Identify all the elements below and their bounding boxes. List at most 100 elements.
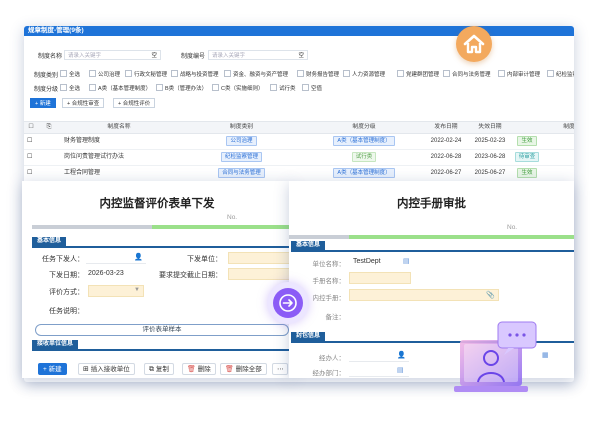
unit-name-value[interactable]: TestDept (353, 258, 381, 265)
header-checkbox[interactable]: ☐ (27, 122, 35, 133)
manual-name-field[interactable] (349, 272, 411, 284)
form-b-sign-header: 封包信息 (291, 332, 326, 341)
row-publish-date: 2022-06-27 (430, 170, 462, 176)
search-input-code[interactable]: 请录入关键字 空 (208, 50, 308, 60)
row-checkbox[interactable]: ☐ (27, 134, 32, 149)
form-b-title: 内控手册审批 (397, 198, 466, 210)
search-input-name-clear[interactable]: 空 (151, 51, 157, 61)
evaluation-form-window: 内控监督评价表单下发 No. 基本信息 任务下发人： 👤 下发单位： 下发日期：… (22, 181, 292, 378)
attachment-icon: ⎘ (46, 124, 52, 130)
level-option[interactable]: A类（基本管理制度） (89, 84, 151, 92)
user-picker-icon[interactable]: 👤 (134, 253, 143, 261)
category-tag: 合同与法务管理 (218, 168, 265, 178)
delete-label: 删除 (197, 366, 211, 373)
category-option[interactable]: 合同与法务管理 (443, 70, 491, 78)
search-label-code: 制度编号 (181, 54, 206, 60)
copy-button[interactable]: ⧉ 复制 (144, 363, 174, 375)
deadline-field[interactable] (228, 268, 292, 280)
new-button[interactable]: + 新建 (30, 98, 56, 108)
category-option[interactable]: 战略与投资管理 (171, 70, 219, 78)
table-row[interactable]: ☐ 财务管理制度 公司治理 A类（基本管理制度） 2022-02-24 2025… (24, 134, 574, 150)
form-b-band-green (349, 235, 574, 239)
home-icon[interactable] (456, 26, 492, 62)
row-checkbox[interactable]: ☐ (27, 150, 32, 165)
form-a-basic-header: 基本信息 (32, 237, 67, 246)
table-row[interactable]: ☐ 岗位问责管理试行办法 纪检监察管理 试行类 2022-06-28 2023-… (24, 150, 574, 166)
column-level[interactable]: 制度分级 (324, 122, 404, 133)
deadline-label: 要求提交截止日期： (159, 272, 222, 279)
level-option[interactable]: 试行类 (270, 84, 296, 92)
manual-attachment-field[interactable]: 📎 (349, 289, 499, 301)
compliance-evaluate-button[interactable]: + 合规性评价 (113, 98, 156, 108)
unit-name-label: 单位名称： (312, 261, 346, 268)
org-picker-icon[interactable]: ▤ (397, 366, 404, 374)
form-b-band-gray (289, 235, 349, 239)
form-b-basic-section: 基本信息 (291, 241, 574, 252)
table-row[interactable]: ☐ 工程合同管理 合同与法务管理 A类（基本管理制度） 2022-06-27 2… (24, 166, 574, 182)
category-option[interactable]: 内部审计管理 (498, 70, 540, 78)
delete-all-button[interactable]: 🗑 删除全部 (220, 363, 267, 375)
user-picker-icon[interactable]: 👤 (397, 351, 406, 359)
paperclip-icon[interactable]: 📎 (486, 291, 495, 299)
level-tag: 试行类 (351, 152, 377, 162)
row-name[interactable]: 岗位问责管理试行办法 (64, 150, 124, 165)
copy-icon: ⧉ (149, 366, 154, 373)
compliance-review-button[interactable]: + 合规性审查 (62, 98, 105, 108)
search-label-name: 制度名称 (38, 54, 63, 60)
level-option[interactable]: B类（管理办法） (156, 84, 207, 92)
category-option[interactable]: 公司治理 (89, 70, 120, 78)
row-publish-date: 2022-02-24 (430, 138, 462, 144)
category-option[interactable]: 纪检监察 (547, 70, 574, 78)
column-status[interactable]: 制度 (554, 122, 574, 133)
org-picker-icon[interactable]: ▤ (403, 257, 410, 265)
column-expire-date[interactable]: 失效日期 (470, 122, 510, 133)
category-option[interactable]: 全选 (60, 70, 80, 78)
insert-receiver-button[interactable]: ⊞ 插入接收单位 (78, 363, 135, 375)
category-option[interactable]: 人力资源管理 (343, 70, 385, 78)
sample-form-button[interactable]: 评价表单样本 (35, 324, 289, 336)
unit-field[interactable] (228, 252, 292, 264)
arrow-right-icon[interactable] (267, 282, 309, 324)
delete-button[interactable]: 🗑 删除 (182, 363, 216, 375)
row-name[interactable]: 工程合同管理 (64, 166, 100, 181)
receiver-new-button[interactable]: + 新建 (38, 363, 67, 375)
search-input-name[interactable]: 请录入关键字 空 (64, 50, 161, 60)
category-tag: 纪检监察管理 (220, 152, 262, 162)
form-a-band-gray (32, 225, 152, 229)
category-option[interactable]: 资金、融资与资产管理 (224, 70, 288, 78)
method-label: 评价方式： (49, 289, 84, 296)
category-option[interactable]: 党建群团管理 (397, 70, 439, 78)
issue-date-value[interactable]: 2026-03-23 (88, 270, 124, 277)
level-option[interactable]: C类（实施细则） (212, 84, 263, 92)
form-a-title: 内控监督评价表单下发 (99, 198, 215, 210)
insert-icon: ⊞ (83, 366, 89, 373)
column-name[interactable]: 制度名称 (84, 122, 154, 133)
search-input-name-placeholder: 请录入关键字 (68, 53, 102, 59)
category-tag: 公司治理 (226, 136, 257, 146)
trash-all-icon: 🗑 (225, 366, 234, 373)
form-a-band-green (152, 225, 292, 229)
column-category[interactable]: 制度类别 (209, 122, 274, 133)
category-option[interactable]: 行政文秘管理 (125, 70, 167, 78)
trash-icon: 🗑 (187, 366, 196, 373)
insert-receiver-label: 插入接收单位 (90, 366, 130, 373)
unit-label: 下发单位： (187, 256, 222, 263)
handler-dept-label: 经办部门： (312, 370, 346, 377)
form-a-basic-section: 基本信息 (32, 237, 292, 248)
calendar-icon[interactable]: ▦ (542, 351, 549, 359)
issue-date-label: 下发日期： (49, 272, 84, 279)
form-a-number: No. (227, 214, 238, 221)
row-category: 公司治理 (209, 134, 274, 149)
more-toolbar-button[interactable]: ⋯ (272, 363, 288, 375)
row-checkbox[interactable]: ☐ (27, 166, 32, 181)
row-level: A类（基本管理制度） (324, 166, 404, 181)
level-option[interactable]: 全选 (60, 84, 80, 92)
arrow-icon-circle (273, 288, 303, 318)
method-select[interactable]: ▼ (88, 285, 144, 297)
row-category: 合同与法务管理 (209, 166, 274, 181)
row-name[interactable]: 财务管理制度 (64, 134, 100, 149)
column-publish-date[interactable]: 发布日期 (426, 122, 466, 133)
level-option[interactable]: 空值 (302, 84, 322, 92)
search-input-code-clear[interactable]: 空 (298, 51, 304, 61)
category-option[interactable]: 财务报告管理 (297, 70, 339, 78)
